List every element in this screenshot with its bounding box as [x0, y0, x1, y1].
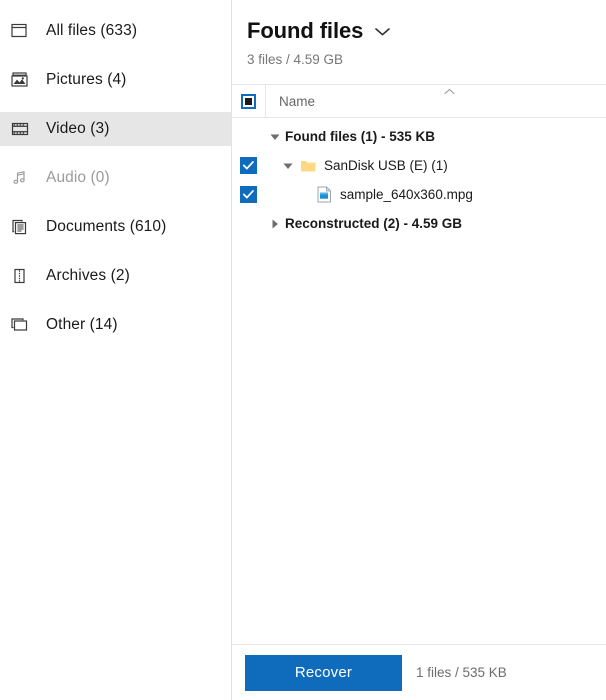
sidebar-item-audio[interactable]: Audio (0) — [0, 161, 231, 195]
all-files-icon — [10, 20, 32, 42]
footer-bar: Recover 1 files / 535 KB — [232, 644, 606, 700]
file-tree: Found files (1) - 535 KB SanDisk USB (E)… — [232, 118, 606, 644]
tree-row-checkbox[interactable] — [240, 186, 257, 203]
collapse-arrow-right-icon[interactable] — [265, 218, 285, 230]
tree-row-body: SanDisk USB (E) (1) — [265, 158, 606, 173]
sidebar-item-label: Documents (610) — [46, 218, 167, 235]
select-all-checkbox[interactable] — [241, 93, 256, 109]
tree-row-sample-file[interactable]: sample_640x360.mpg — [232, 180, 606, 209]
panel-subtitle: 3 files / 4.59 GB — [247, 52, 344, 67]
sidebar-item-documents[interactable]: Documents (610) — [0, 210, 231, 244]
select-all-cell — [232, 85, 266, 117]
tree-row-label: SanDisk USB (E) (1) — [324, 158, 448, 173]
tree-row-checkbox[interactable] — [240, 157, 257, 174]
documents-icon — [10, 216, 32, 238]
sort-ascending-caret-icon — [442, 83, 457, 101]
sidebar-item-all-files[interactable]: All files (633) — [0, 14, 231, 48]
sidebar-item-label: Audio (0) — [46, 169, 110, 186]
tree-row-found-files[interactable]: Found files (1) - 535 KB — [232, 122, 606, 151]
sidebar: All files (633) Pictures (4) Video (3) A… — [0, 0, 232, 700]
sidebar-item-label: Archives (2) — [46, 267, 130, 284]
tree-row-checkbox-cell — [232, 186, 265, 203]
tree-row-body: sample_640x360.mpg — [265, 186, 606, 203]
recovery-app-window: All files (633) Pictures (4) Video (3) A… — [0, 0, 606, 700]
sidebar-item-pictures[interactable]: Pictures (4) — [0, 63, 231, 97]
tree-row-sandisk-usb[interactable]: SanDisk USB (E) (1) — [232, 151, 606, 180]
tree-row-reconstructed[interactable]: Reconstructed (2) - 4.59 GB — [232, 209, 606, 238]
column-header-name-label: Name — [279, 93, 316, 109]
chevron-down-icon[interactable] — [374, 26, 391, 37]
column-header-name[interactable]: Name — [266, 85, 606, 117]
tree-column-header: Name — [232, 84, 606, 118]
tree-row-label: Found files (1) - 535 KB — [285, 129, 436, 144]
sidebar-item-archives[interactable]: Archives (2) — [0, 259, 231, 293]
panel-title-row: Found files — [247, 16, 606, 46]
tree-row-body: Found files (1) - 535 KB — [265, 129, 606, 144]
sidebar-item-label: All files (633) — [46, 22, 138, 39]
sidebar-item-label: Pictures (4) — [46, 71, 127, 88]
video-file-icon — [314, 186, 334, 203]
page-title: Found files — [247, 18, 364, 43]
main-panel: Found files 3 files / 4.59 GB Name Found… — [232, 0, 606, 700]
film-icon — [10, 118, 32, 140]
main-header: Found files 3 files / 4.59 GB — [232, 0, 606, 67]
tree-row-checkbox-cell — [232, 157, 265, 174]
sidebar-item-label: Other (14) — [46, 316, 118, 333]
recover-button[interactable]: Recover — [245, 654, 402, 691]
archive-zip-icon — [10, 265, 32, 287]
sidebar-item-video[interactable]: Video (3) — [0, 112, 231, 146]
music-note-icon — [10, 167, 32, 189]
folder-icon — [298, 158, 318, 173]
tree-row-label: Reconstructed (2) - 4.59 GB — [285, 216, 463, 231]
other-files-icon — [10, 314, 32, 336]
expand-arrow-down-icon[interactable] — [265, 131, 285, 143]
expand-arrow-down-icon[interactable] — [278, 160, 298, 172]
sidebar-item-other[interactable]: Other (14) — [0, 308, 231, 342]
sidebar-item-label: Video (3) — [46, 120, 110, 137]
selection-status: 1 files / 535 KB — [416, 665, 507, 680]
picture-icon — [10, 69, 32, 91]
tree-row-body: Reconstructed (2) - 4.59 GB — [265, 216, 606, 231]
tree-row-label: sample_640x360.mpg — [340, 187, 473, 202]
